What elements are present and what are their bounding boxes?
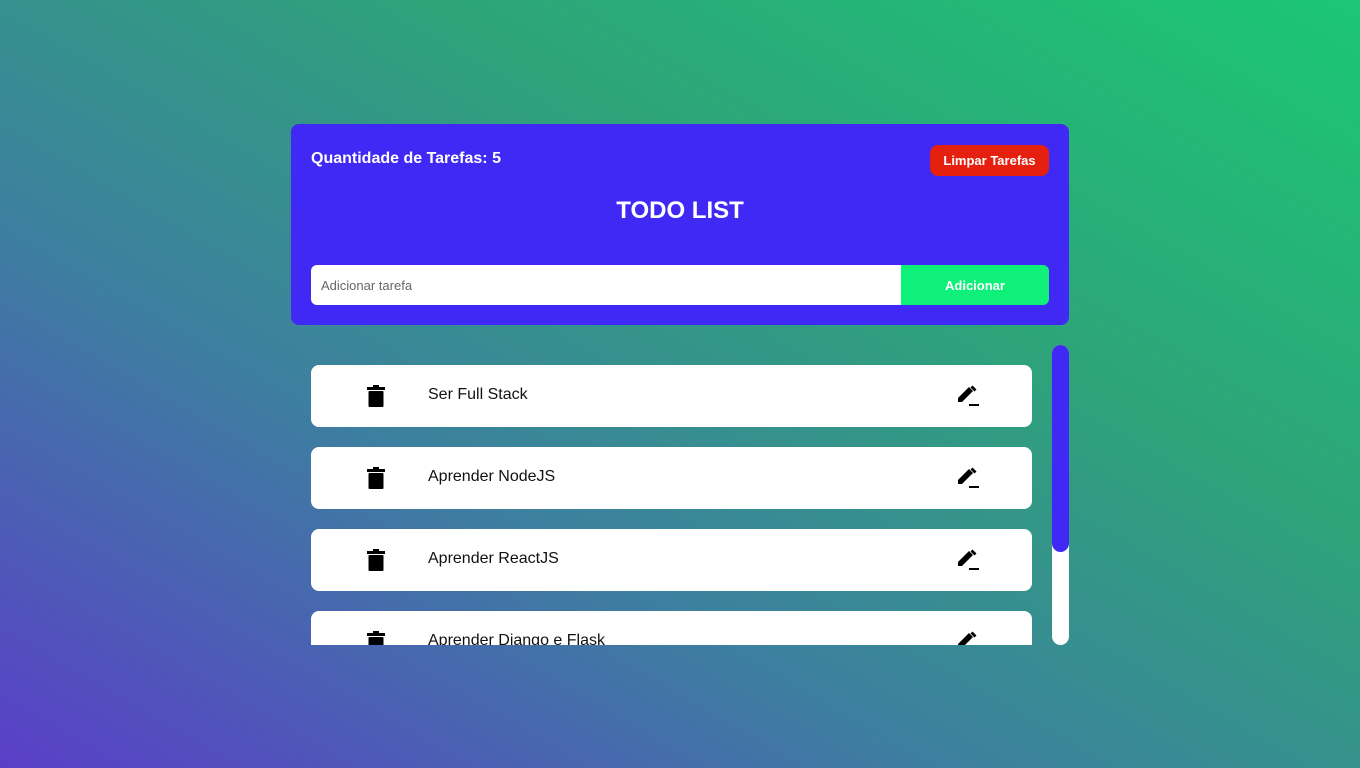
pencil-icon[interactable] <box>956 384 980 408</box>
task-text: Aprender Django e Flask <box>428 632 605 645</box>
trash-icon[interactable] <box>367 631 385 645</box>
task-list: Ser Full Stack Aprender NodeJS Aprender … <box>311 365 1032 645</box>
todo-header-card: Quantidade de Tarefas: 5 Limpar Tarefas … <box>291 124 1069 325</box>
trash-icon[interactable] <box>367 467 385 489</box>
task-counter: Quantidade de Tarefas: 5 <box>311 150 501 167</box>
task-item: Ser Full Stack <box>311 365 1032 427</box>
trash-icon[interactable] <box>367 549 385 571</box>
task-item: Aprender ReactJS <box>311 529 1032 591</box>
add-task-form: Adicionar <box>311 265 1049 305</box>
page-title: TODO LIST <box>616 197 744 224</box>
task-text: Ser Full Stack <box>428 386 528 403</box>
clear-tasks-button[interactable]: Limpar Tarefas <box>930 145 1049 176</box>
pencil-icon[interactable] <box>956 630 980 645</box>
task-list-container: Ser Full Stack Aprender NodeJS Aprender … <box>291 345 1069 645</box>
task-item: Aprender NodeJS <box>311 447 1032 509</box>
task-text: Aprender ReactJS <box>428 550 559 567</box>
task-item: Aprender Django e Flask <box>311 611 1032 645</box>
add-task-input[interactable] <box>311 265 901 305</box>
scrollbar-thumb[interactable] <box>1052 345 1069 552</box>
pencil-icon[interactable] <box>956 548 980 572</box>
trash-icon[interactable] <box>367 385 385 407</box>
scrollbar-track[interactable] <box>1052 345 1069 645</box>
task-text: Aprender NodeJS <box>428 468 556 485</box>
pencil-icon[interactable] <box>956 466 980 490</box>
add-task-button[interactable]: Adicionar <box>901 265 1049 305</box>
